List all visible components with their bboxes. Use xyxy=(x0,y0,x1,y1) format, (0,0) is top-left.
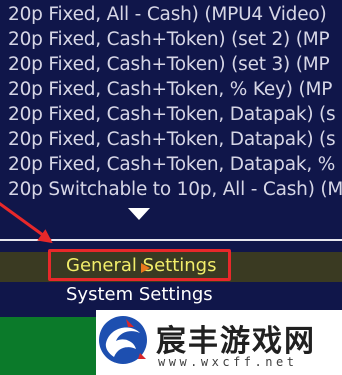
watermark-title: 宸丰游戏网 xyxy=(156,324,316,359)
game-list: 20p Fixed, All - Cash) (MPU4 Video) 20p … xyxy=(0,0,342,204)
game-list-item[interactable]: 20p Fixed, Cash+Token, Datapak) (s xyxy=(8,129,336,151)
game-list-item[interactable]: 20p Switchable to 10p, All - Cash) (M xyxy=(8,179,342,201)
game-list-item[interactable]: 20p Fixed, Cash+Token, Datapak, % xyxy=(8,154,335,176)
game-list-item[interactable]: 20p Fixed, Cash+Token) (set 2) (MP xyxy=(8,29,330,51)
game-list-item[interactable]: 20p Fixed, Cash+Token) (set 3) (MP xyxy=(8,54,330,76)
watermark: 宸丰游戏网 www.wxcff.net xyxy=(96,310,342,375)
dragon-logo-icon xyxy=(99,316,147,364)
green-panel xyxy=(0,317,98,375)
game-list-item[interactable]: 20p Fixed, Cash+Token, % Key) (MP xyxy=(8,79,332,101)
watermark-url: www.wxcff.net xyxy=(158,355,298,369)
game-list-item[interactable]: 20p Fixed, Cash+Token, Datapak) (s xyxy=(8,104,336,126)
menu-item-system-settings[interactable]: System Settings xyxy=(66,284,213,305)
annotation-highlight-box xyxy=(48,249,231,281)
game-list-item[interactable]: 20p Fixed, All - Cash) (MPU4 Video) xyxy=(8,4,327,26)
triangle-down-icon[interactable] xyxy=(128,208,150,220)
